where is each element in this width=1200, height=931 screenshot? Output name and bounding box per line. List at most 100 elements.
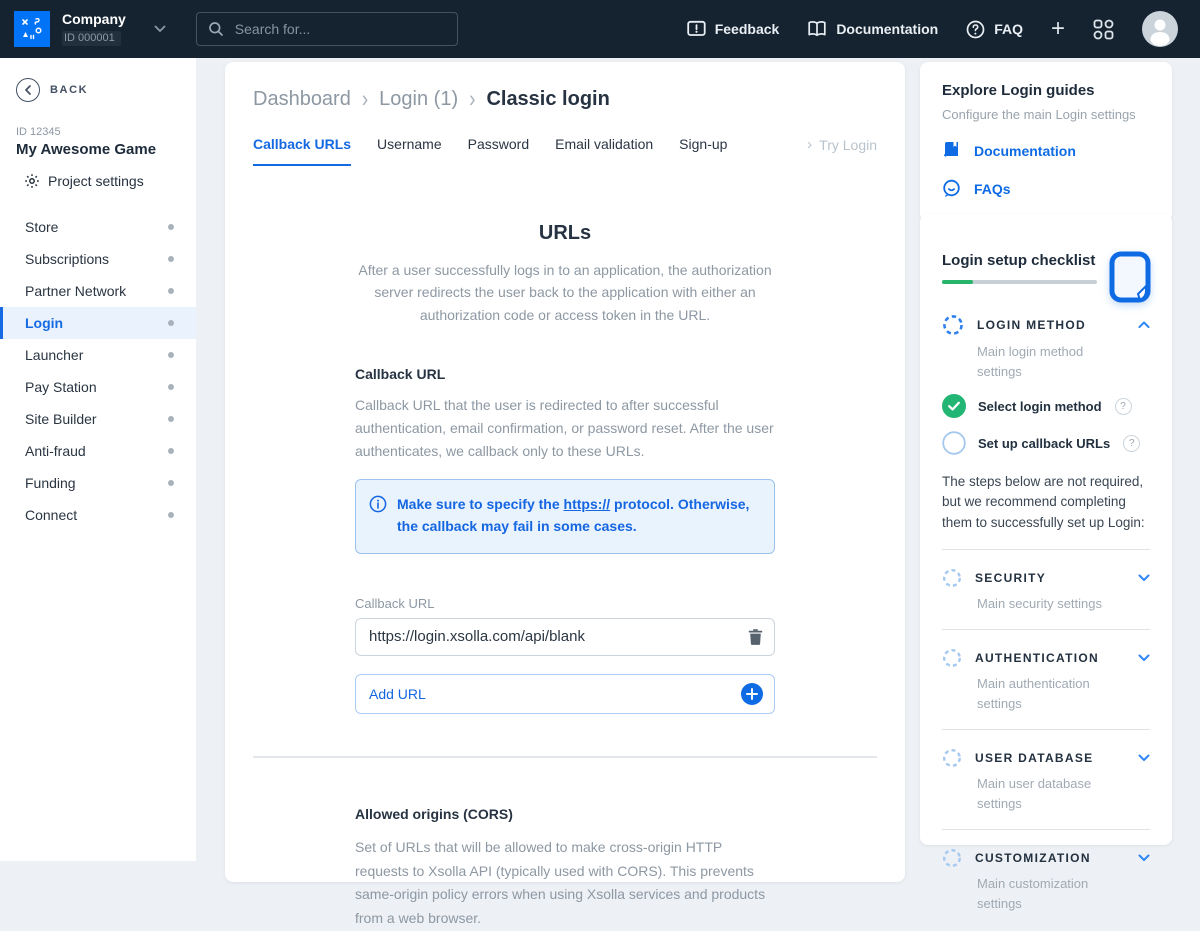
guides-faqs-label: FAQs (974, 181, 1011, 197)
sidebar-item-anti-fraud[interactable]: Anti-fraud (0, 435, 196, 467)
check-circle-icon (942, 394, 966, 418)
documentation-icon (807, 20, 827, 38)
apps-grid-icon[interactable] (1093, 19, 1114, 40)
delete-url-button[interactable] (748, 628, 763, 645)
tab-callback-urls[interactable]: Callback URLs (253, 136, 351, 166)
page-title: Classic login (486, 88, 609, 111)
checklist-section-customization[interactable]: CUSTOMIZATION (942, 848, 1150, 868)
tab-password[interactable]: Password (468, 136, 529, 166)
help-icon[interactable]: ? (1115, 398, 1132, 415)
status-dot-icon (168, 320, 174, 326)
dashed-circle-icon (942, 848, 962, 868)
company-selector[interactable]: Company ID 000001 (62, 12, 126, 45)
status-dot-icon (168, 256, 174, 262)
guides-documentation-link[interactable]: Documentation (942, 141, 1150, 160)
status-dot-icon (168, 512, 174, 518)
status-dot-icon (168, 416, 174, 422)
checklist-section-label: LOGIN METHOD (977, 318, 1086, 332)
checklist-progress-fill (942, 280, 973, 284)
chevron-down-icon[interactable] (1138, 654, 1150, 662)
dashed-circle-icon (942, 748, 962, 768)
sidebar-item-pay-station[interactable]: Pay Station (0, 371, 196, 403)
sidebar-item-label: Subscriptions (25, 251, 109, 267)
sidebar-item-store[interactable]: Store (0, 211, 196, 243)
global-search (196, 12, 458, 46)
chevron-right-icon: › (469, 86, 475, 114)
tab-username[interactable]: Username (377, 136, 442, 166)
xsolla-logo-icon[interactable] (14, 11, 50, 47)
sidebar-item-funding[interactable]: Funding (0, 467, 196, 499)
checklist-section-desc: Main user database settings (977, 774, 1129, 813)
checklist-item-select-login-method[interactable]: Select login method ? (942, 394, 1150, 418)
dashed-circle-icon (942, 568, 962, 588)
checklist-section-label: SECURITY (975, 571, 1046, 585)
sidebar-item-label: Pay Station (25, 379, 97, 395)
callback-url-input-label: Callback URL (355, 596, 775, 611)
add-url-button[interactable]: Add URL (355, 674, 775, 714)
chevron-down-icon[interactable] (1138, 574, 1150, 582)
checklist-section-user-database[interactable]: USER DATABASE (942, 748, 1150, 768)
guides-documentation-label: Documentation (974, 143, 1076, 159)
checklist-progress-bar (942, 280, 1097, 284)
chevron-up-icon[interactable] (1138, 321, 1150, 329)
documentation-label: Documentation (836, 21, 938, 37)
try-login-button[interactable]: › Try Login (807, 136, 877, 153)
sidebar-item-connect[interactable]: Connect (0, 499, 196, 531)
tab-bar: Callback URLs Username Password Email va… (253, 136, 877, 166)
help-icon[interactable]: ? (1123, 435, 1140, 452)
tab-email-validation[interactable]: Email validation (555, 136, 653, 166)
checklist-section-desc: Main login method settings (977, 342, 1129, 381)
checklist-section-security[interactable]: SECURITY (942, 568, 1150, 588)
guides-faqs-link[interactable]: FAQs (942, 179, 1150, 198)
user-avatar[interactable] (1142, 11, 1178, 47)
checklist-item-set-up-callback-urls[interactable]: Set up callback URLs ? (942, 431, 1150, 455)
back-button[interactable]: BACK (16, 78, 196, 102)
sidebar-item-subscriptions[interactable]: Subscriptions (0, 243, 196, 275)
callback-url-input[interactable] (355, 618, 775, 656)
section-divider (253, 756, 877, 758)
book-icon (942, 141, 961, 160)
sidebar-item-login[interactable]: Login (0, 307, 196, 339)
https-protocol-link[interactable]: https:// (564, 496, 611, 512)
documentation-button[interactable]: Documentation (807, 20, 938, 38)
checklist-note: The steps below are not required, but we… (942, 472, 1150, 533)
faq-button[interactable]: FAQ (966, 20, 1023, 39)
sidebar-item-label: Login (25, 315, 63, 331)
checklist-document-icon[interactable] (1108, 250, 1152, 309)
empty-circle-icon (942, 431, 966, 455)
feedback-button[interactable]: Feedback (687, 20, 780, 38)
chevron-left-icon (16, 78, 40, 102)
chevron-down-icon[interactable] (1138, 754, 1150, 762)
sidebar-item-launcher[interactable]: Launcher (0, 339, 196, 371)
dashed-circle-icon (942, 648, 962, 668)
feedback-label: Feedback (715, 21, 780, 37)
sidebar-item-partner-network[interactable]: Partner Network (0, 275, 196, 307)
urls-section-title: URLs (355, 222, 775, 245)
chevron-right-icon: › (362, 86, 368, 114)
sidebar-item-site-builder[interactable]: Site Builder (0, 403, 196, 435)
checklist-section-label: USER DATABASE (975, 751, 1093, 765)
checklist-item-label: Select login method (978, 399, 1102, 414)
status-dot-icon (168, 384, 174, 390)
breadcrumb-dashboard[interactable]: Dashboard (253, 88, 351, 111)
back-label: BACK (50, 84, 88, 96)
project-settings-button[interactable]: Project settings (24, 173, 196, 189)
callback-url-heading: Callback URL (355, 366, 775, 382)
search-input[interactable] (233, 20, 446, 38)
chevron-down-icon[interactable] (154, 25, 166, 33)
checklist-section-label: CUSTOMIZATION (975, 851, 1091, 865)
divider (942, 729, 1150, 730)
add-project-icon[interactable]: + (1051, 17, 1065, 41)
urls-section-description: After a user successfully logs in to an … (355, 259, 775, 326)
project-name: My Awesome Game (16, 141, 196, 158)
checklist-section-label: AUTHENTICATION (975, 651, 1099, 665)
tab-sign-up[interactable]: Sign-up (679, 136, 727, 166)
guides-card-title: Explore Login guides (942, 82, 1150, 99)
company-name: Company (62, 12, 126, 27)
callout-text: Make sure to specify the https:// protoc… (397, 494, 760, 537)
chevron-down-icon[interactable] (1138, 854, 1150, 862)
sidebar-item-label: Partner Network (25, 283, 126, 299)
checklist-section-login-method[interactable]: LOGIN METHOD (942, 314, 1150, 336)
checklist-section-authentication[interactable]: AUTHENTICATION (942, 648, 1150, 668)
breadcrumb-login[interactable]: Login (1) (379, 88, 458, 111)
